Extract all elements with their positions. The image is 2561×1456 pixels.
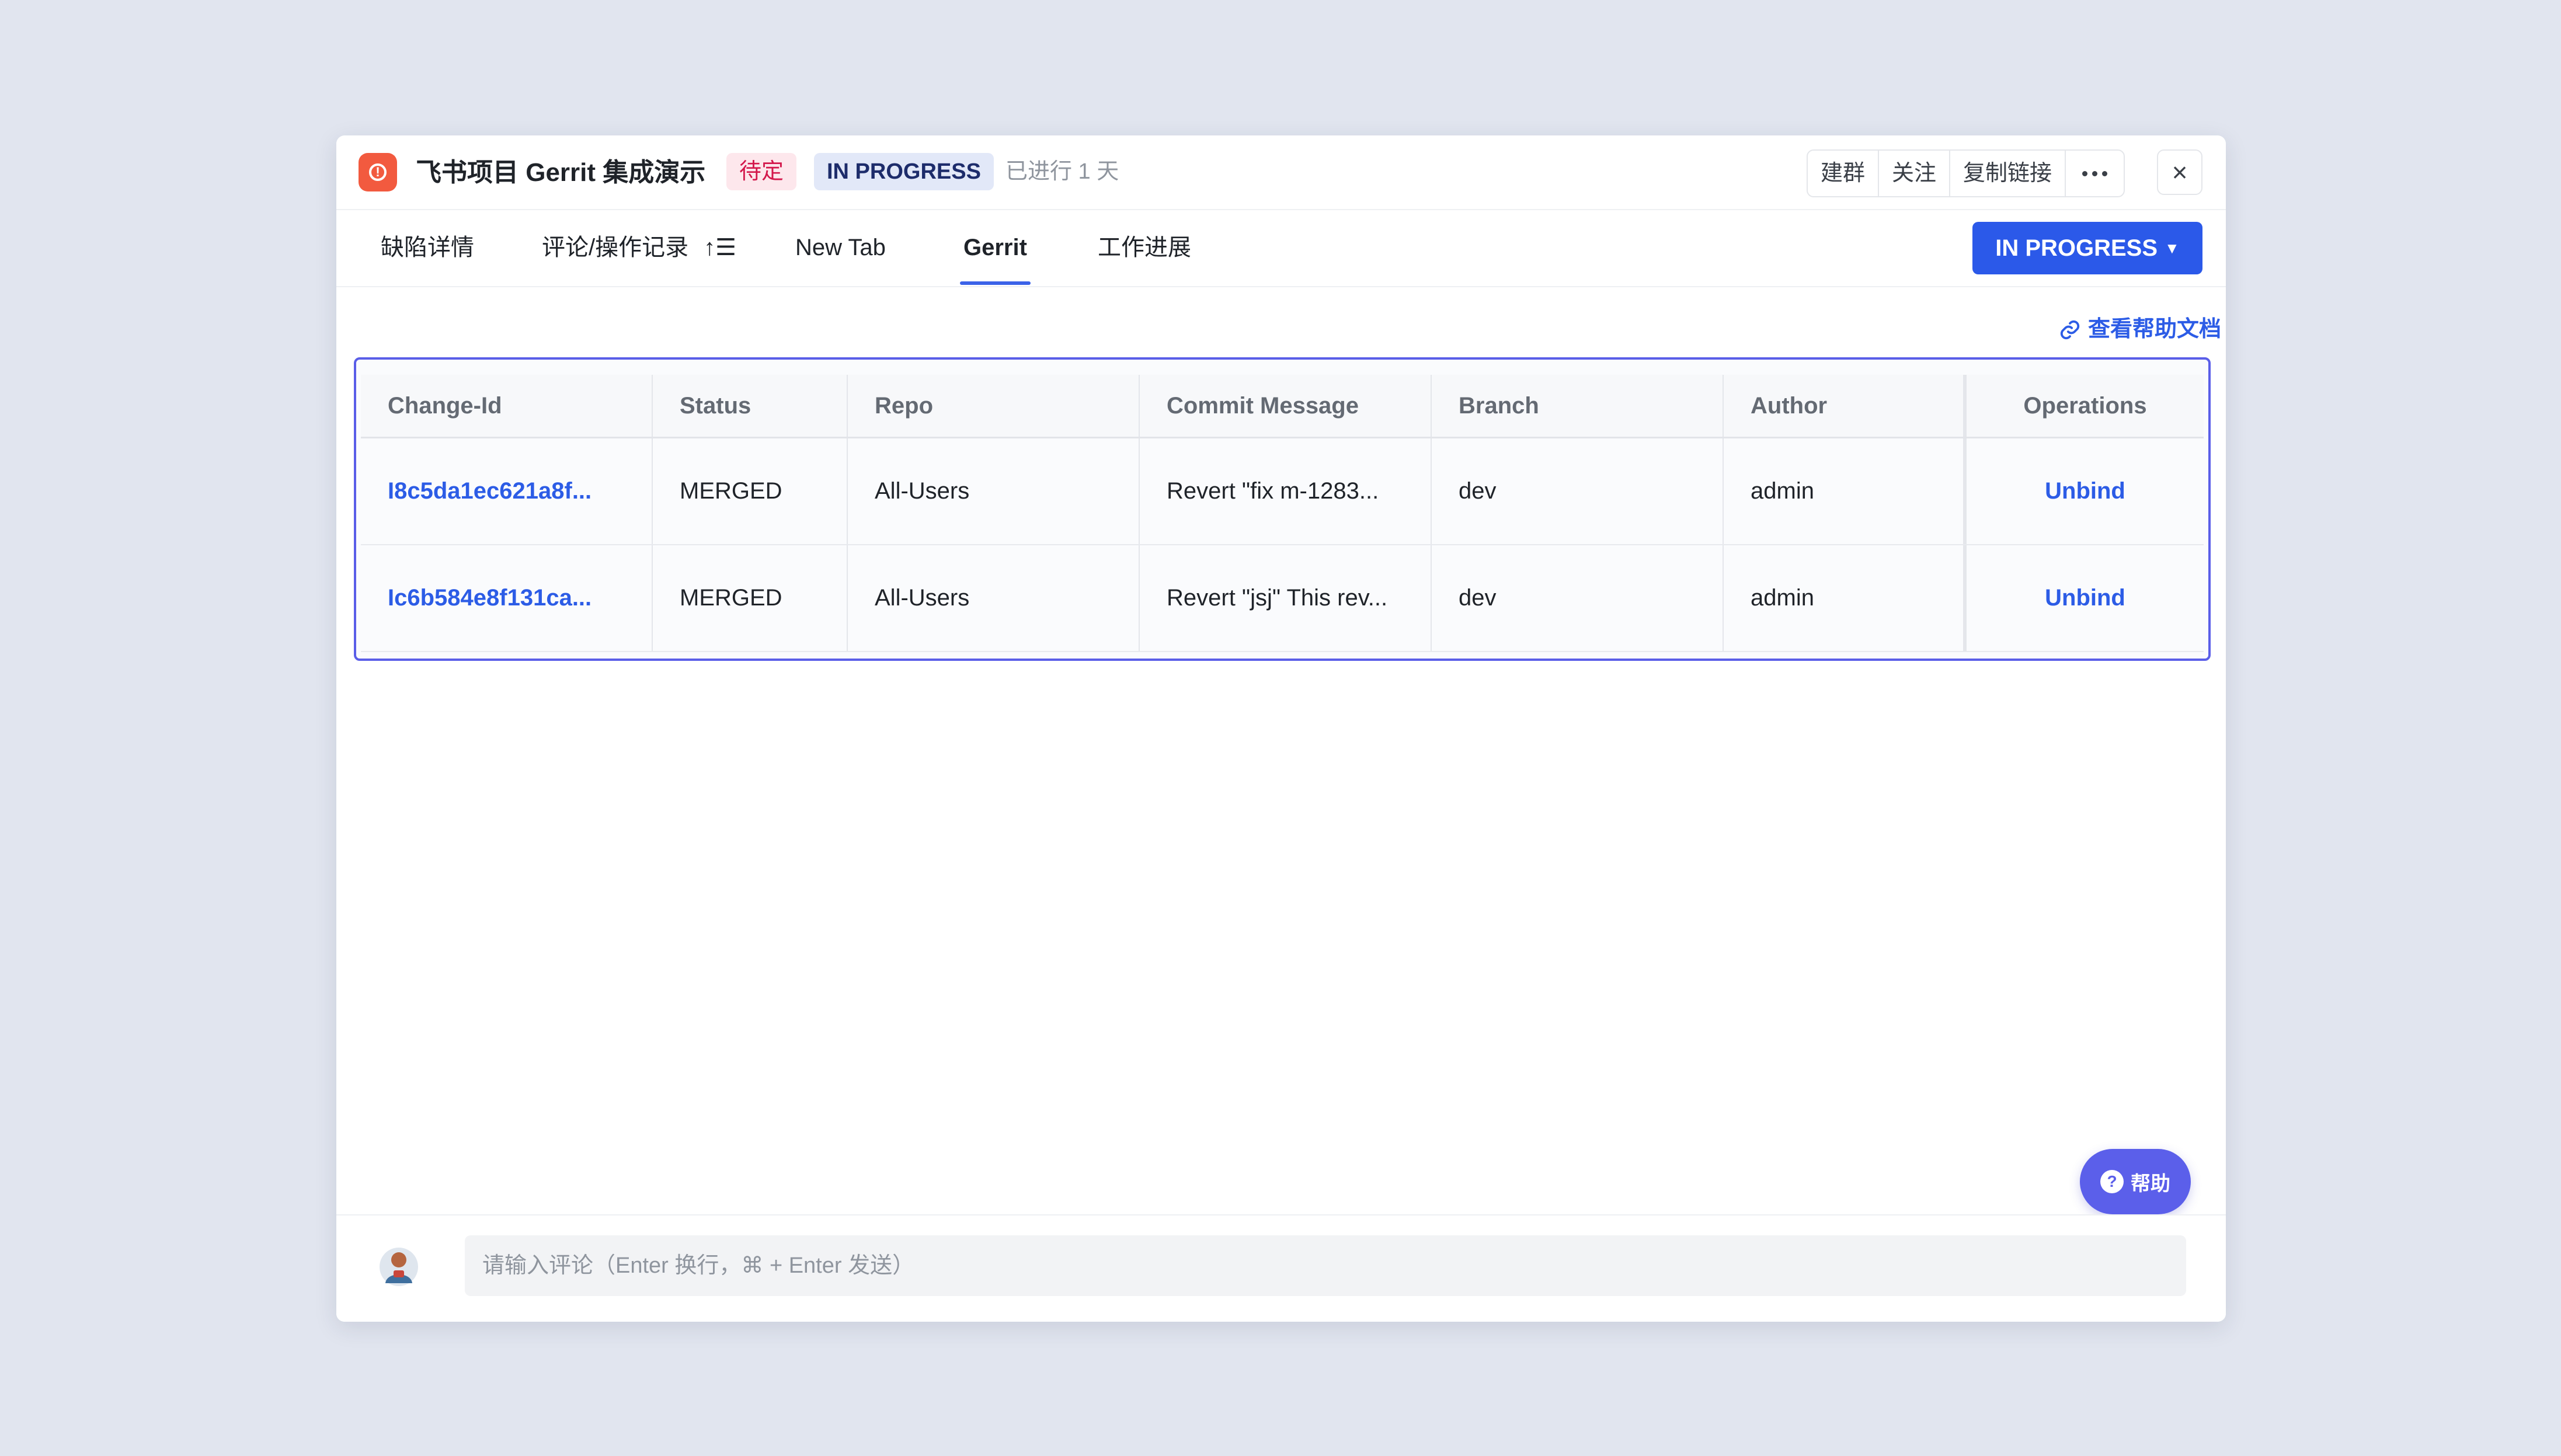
help-button-label: 帮助 (2131, 1172, 2170, 1195)
operations-cell: Unbind (1964, 438, 2204, 544)
tab-comments[interactable]: 评论/操作记录 ↑☰ (542, 210, 736, 285)
create-group-button[interactable]: 建群 (1808, 151, 1880, 196)
column-header-change-id: Change-Id (361, 375, 653, 437)
more-icon[interactable] (2066, 151, 2124, 196)
column-header-author: Author (1724, 375, 1964, 437)
caret-down-icon: ▼ (2165, 239, 2180, 257)
header-actions: 建群 关注 复制链接 (1807, 149, 2125, 197)
unbind-button[interactable]: Unbind (2045, 585, 2125, 611)
alert-circle-icon: ! (359, 153, 397, 191)
change-id-cell: I8c5da1ec621a8f... (361, 438, 653, 544)
status-dropdown-label: IN PROGRESS (1995, 235, 2158, 261)
gerrit-table: Change-Id Status Repo Commit Message Bra… (361, 375, 2204, 652)
operations-cell: Unbind (1964, 545, 2204, 651)
column-header-operations: Operations (1964, 375, 2204, 437)
unbind-button[interactable]: Unbind (2045, 478, 2125, 504)
gerrit-table-container: Change-Id Status Repo Commit Message Bra… (354, 357, 2211, 661)
follow-button[interactable]: 关注 (1879, 151, 1951, 196)
avatar[interactable] (378, 1245, 419, 1289)
close-icon[interactable]: × (2157, 149, 2202, 195)
column-header-branch: Branch (1432, 375, 1724, 437)
copy-link-button[interactable]: 复制链接 (1950, 151, 2066, 196)
repo-cell: All-Users (848, 545, 1140, 651)
priority-badge[interactable]: 待定 (726, 153, 797, 190)
help-button[interactable]: ? 帮助 (2080, 1149, 2191, 1214)
column-header-status: Status (653, 375, 848, 437)
help-doc-label: 查看帮助文档 (2088, 317, 2222, 342)
work-item-dialog: ! 飞书项目 Gerrit 集成演示 待定 IN PROGRESS 已进行 1 … (336, 135, 2226, 1322)
column-header-commit-message: Commit Message (1140, 375, 1432, 437)
comment-bar (336, 1214, 2226, 1322)
table-row: I8c5da1ec621a8f... MERGED All-Users Reve… (361, 438, 2204, 545)
table-header-row: Change-Id Status Repo Commit Message Bra… (361, 375, 2204, 438)
change-id-link[interactable]: I8c5da1ec621a8f... (388, 478, 591, 504)
repo-cell: All-Users (848, 438, 1140, 544)
commit-message-cell: Revert "jsj" This rev... (1140, 545, 1432, 651)
status-dropdown[interactable]: IN PROGRESS ▼ (1972, 222, 2202, 274)
status-cell: MERGED (653, 545, 848, 651)
change-id-cell: Ic6b584e8f131ca... (361, 545, 653, 651)
status-badge[interactable]: IN PROGRESS (814, 153, 994, 190)
branch-cell: dev (1432, 545, 1724, 651)
elapsed-time: 已进行 1 天 (1005, 159, 1119, 184)
table-row: Ic6b584e8f131ca... MERGED All-Users Reve… (361, 545, 2204, 652)
tab-new-tab[interactable]: New Tab (795, 210, 886, 285)
tab-defect-details[interactable]: 缺陷详情 (381, 210, 474, 285)
tab-gerrit[interactable]: Gerrit (960, 210, 1031, 285)
page-title: 飞书项目 Gerrit 集成演示 (416, 158, 706, 187)
sort-icon[interactable]: ↑☰ (704, 210, 736, 285)
dialog-header: ! 飞书项目 Gerrit 集成演示 待定 IN PROGRESS 已进行 1 … (336, 135, 2226, 210)
help-doc-link[interactable]: 查看帮助文档 (2059, 312, 2221, 347)
tab-work-progress[interactable]: 工作进展 (1098, 210, 1191, 285)
commit-message-cell: Revert "fix m-1283... (1140, 438, 1432, 544)
status-cell: MERGED (653, 438, 848, 544)
comment-input[interactable] (465, 1235, 2186, 1296)
question-icon: ? (2100, 1170, 2124, 1193)
author-cell: admin (1724, 545, 1964, 651)
branch-cell: dev (1432, 438, 1724, 544)
tab-comments-label: 评论/操作记录 (542, 235, 689, 260)
column-header-repo: Repo (848, 375, 1140, 437)
author-cell: admin (1724, 438, 1964, 544)
change-id-link[interactable]: Ic6b584e8f131ca... (388, 585, 591, 611)
tab-bar: 缺陷详情 评论/操作记录 ↑☰ New Tab Gerrit 工作进展 (336, 210, 2226, 287)
link-icon (2060, 320, 2080, 340)
